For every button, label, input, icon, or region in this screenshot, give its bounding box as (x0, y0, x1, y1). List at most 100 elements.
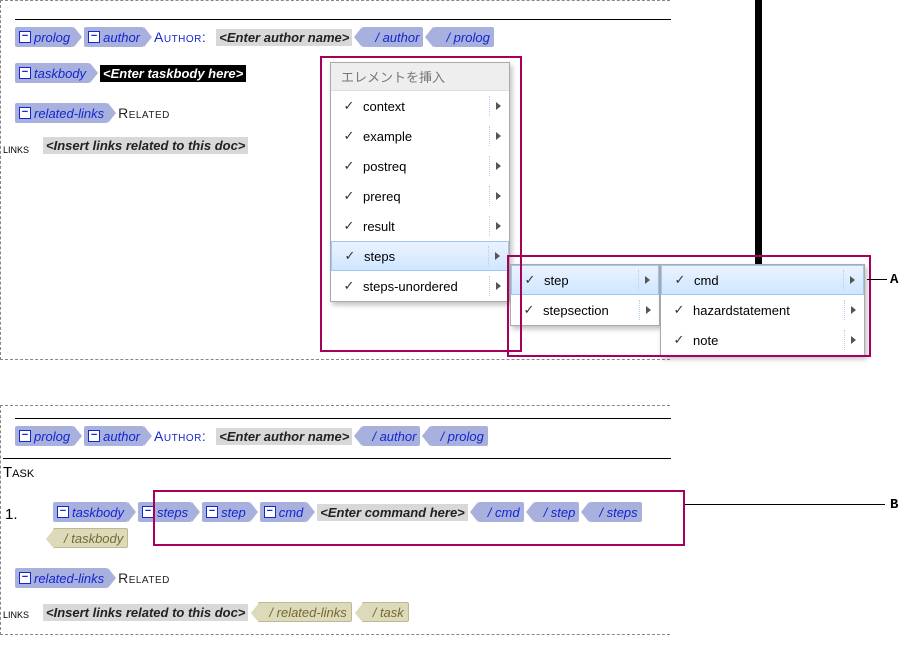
submenu-arrow-icon (496, 162, 501, 170)
links-placeholder[interactable]: <Insert links related to this doc> (43, 604, 248, 621)
related-label: Related (118, 570, 170, 586)
submenu-arrow-icon (646, 306, 651, 314)
divider (489, 216, 490, 236)
menu-item-label: note (689, 333, 838, 348)
submenu-arrow-icon (496, 102, 501, 110)
tag-taskbody-open[interactable]: taskbody (15, 63, 90, 83)
check-icon: ✓ (520, 272, 540, 288)
callout-line-a (867, 279, 887, 280)
editor-panel-bottom: prolog author Author: <Enter author name… (0, 405, 670, 635)
paragraph-rule (15, 418, 671, 419)
submenu-arrow-icon (496, 132, 501, 140)
tag-step-close[interactable]: / step (534, 502, 580, 522)
callout-label-a: A (890, 272, 898, 288)
menu-item-label: steps-unordered (359, 279, 483, 294)
tag-prolog-open[interactable]: prolog (15, 426, 74, 446)
tag-author-close[interactable]: / author (362, 27, 423, 47)
menu-item-prereq[interactable]: ✓prereq (331, 181, 509, 211)
submenu-arrow-icon (496, 222, 501, 230)
step-number: 1. (5, 506, 18, 523)
menu-item-hazardstatement[interactable]: ✓hazardstatement (661, 295, 864, 325)
divider (489, 186, 490, 206)
menu-item-step[interactable]: ✓step (511, 265, 659, 295)
divider (843, 270, 844, 290)
tag-prolog-open[interactable]: prolog (15, 27, 74, 47)
check-icon: ✓ (339, 128, 359, 144)
related-row-2: related-links Related (15, 568, 170, 588)
related-row: related-links Related (15, 103, 170, 123)
tag-author-open[interactable]: author (84, 426, 144, 446)
insert-element-menu[interactable]: エレメントを挿入 ✓context✓example✓postreq✓prereq… (330, 62, 510, 302)
menu-item-steps-unordered[interactable]: ✓steps-unordered (331, 271, 509, 301)
tag-steps-close[interactable]: / steps (589, 502, 641, 522)
menu-item-label: step (540, 273, 632, 288)
submenu-step[interactable]: ✓cmd✓hazardstatement✓note (660, 264, 865, 356)
menu-item-label: steps (360, 249, 482, 264)
menu-item-context[interactable]: ✓context (331, 91, 509, 121)
author-placeholder[interactable]: <Enter author name> (216, 29, 352, 46)
links-label: links (3, 606, 29, 621)
vertical-ruler (755, 0, 762, 294)
links-placeholder[interactable]: <Insert links related to this doc> (43, 137, 248, 154)
menu-item-label: cmd (690, 273, 837, 288)
tag-relatedlinks-open[interactable]: related-links (15, 103, 108, 123)
submenu-arrow-icon (645, 276, 650, 284)
submenu-steps[interactable]: ✓step✓stepsection (510, 264, 660, 326)
cmd-row: taskbody steps step cmd <Enter command h… (53, 502, 683, 548)
tag-prolog-close[interactable]: / prolog (430, 426, 487, 446)
tag-relatedlinks-open[interactable]: related-links (15, 568, 108, 588)
menu-item-postreq[interactable]: ✓postreq (331, 151, 509, 181)
tag-steps-open[interactable]: steps (138, 502, 192, 522)
author-label: Author: (154, 29, 206, 45)
menu-item-result[interactable]: ✓result (331, 211, 509, 241)
tag-cmd-close[interactable]: / cmd (478, 502, 524, 522)
divider (639, 300, 640, 320)
tag-prolog-close[interactable]: / prolog (433, 27, 493, 47)
callout-line-b (685, 504, 885, 505)
links-placeholder-row: <Insert links related to this doc> (43, 137, 248, 154)
check-icon: ✓ (669, 332, 689, 348)
menu-item-cmd[interactable]: ✓cmd (661, 265, 864, 295)
menu-item-stepsection[interactable]: ✓stepsection (511, 295, 659, 325)
divider (638, 270, 639, 290)
tag-relatedlinks-close[interactable]: / related-links (258, 602, 351, 622)
links-placeholder-row-2: <Insert links related to this doc> / rel… (43, 602, 409, 622)
tag-taskbody-close[interactable]: / taskbody (53, 528, 128, 548)
menu-item-label: result (359, 219, 483, 234)
menu-item-label: prereq (359, 189, 483, 204)
menu-item-note[interactable]: ✓note (661, 325, 864, 355)
check-icon: ✓ (339, 278, 359, 294)
menu-item-steps[interactable]: ✓steps (331, 241, 509, 271)
menu-item-label: stepsection (539, 303, 633, 318)
divider (489, 126, 490, 146)
author-label: Author: (154, 428, 206, 444)
menu-item-example[interactable]: ✓example (331, 121, 509, 151)
author-placeholder[interactable]: <Enter author name> (216, 428, 352, 445)
check-icon: ✓ (670, 272, 690, 288)
submenu-arrow-icon (851, 306, 856, 314)
taskbody-placeholder[interactable]: <Enter taskbody here> (100, 65, 246, 82)
callout-label-b: B (890, 497, 898, 513)
tag-step-open[interactable]: step (202, 502, 250, 522)
submenu-arrow-icon (850, 276, 855, 284)
tag-author-close[interactable]: / author (362, 426, 420, 446)
author-row: prolog author Author: <Enter author name… (15, 27, 494, 47)
paragraph-rule (15, 19, 671, 20)
tag-author-open[interactable]: author (84, 27, 144, 47)
menu-item-label: context (359, 99, 483, 114)
submenu-arrow-icon (851, 336, 856, 344)
menu-item-label: example (359, 129, 483, 144)
divider (489, 156, 490, 176)
tag-cmd-open[interactable]: cmd (260, 502, 308, 522)
menu-title: エレメントを挿入 (331, 63, 509, 91)
related-label: Related (118, 105, 170, 121)
tag-taskbody-open[interactable]: taskbody (53, 502, 128, 522)
submenu-arrow-icon (495, 252, 500, 260)
divider (489, 96, 490, 116)
cmd-placeholder[interactable]: <Enter command here> (317, 504, 468, 521)
tag-task-close[interactable]: / task (362, 602, 409, 622)
check-icon: ✓ (519, 302, 539, 318)
taskbody-row: taskbody <Enter taskbody here> (15, 63, 246, 83)
paragraph-rule (3, 458, 671, 459)
submenu-arrow-icon (496, 282, 501, 290)
